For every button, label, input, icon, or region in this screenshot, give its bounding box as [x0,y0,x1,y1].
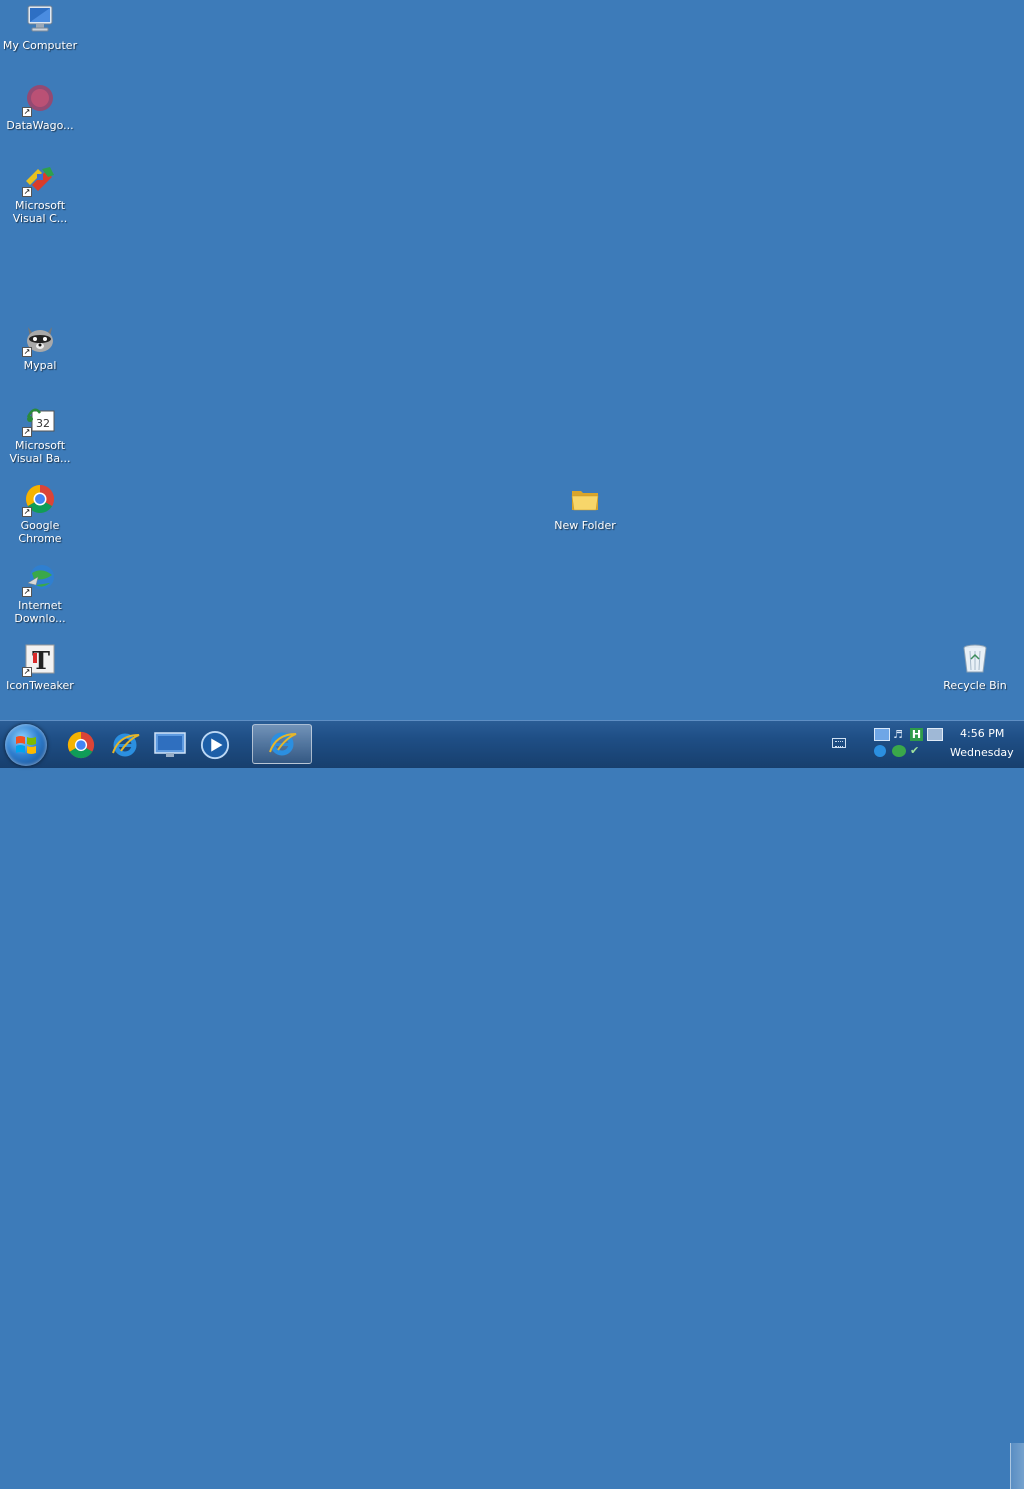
desktop-icon-visual-c[interactable]: ↗ Microsoft Visual C... [1,163,79,225]
shortcut-arrow-icon: ↗ [22,187,32,197]
desktop-icon-recycle-bin[interactable]: Recycle Bin [936,643,1014,692]
taskbar-pinned-chrome[interactable] [61,725,101,765]
svg-text:32: 32 [36,417,50,430]
shortcut-arrow-icon: ↗ [22,347,32,357]
network-icon[interactable] [874,728,890,741]
start-button[interactable] [5,724,47,766]
show-desktop-button[interactable] [1010,1443,1024,1489]
taskbar-pinned-internet-explorer[interactable] [105,725,145,765]
desktop-icon-label: DataWago... [6,119,74,132]
mypal-raccoon-icon: ↗ [22,323,56,357]
shortcut-arrow-icon: ↗ [22,427,32,437]
shortcut-arrow-icon: ↗ [22,587,32,597]
desktop-icon-new-folder[interactable]: New Folder [546,483,624,532]
taskbar: ♬ H ✔ [0,720,1024,1489]
desktop-icon-datawagon[interactable]: ↗ DataWago... [1,83,79,132]
chrome-icon: ↗ [22,483,56,517]
desktop-icon-internet-download-manager[interactable]: ↗ Internet Downlo... [1,563,79,625]
desktop-icon-my-computer[interactable]: My Computer [1,3,79,52]
notification-area: ♬ H ✔ [874,728,944,762]
datawagon-icon: ↗ [22,83,56,117]
internet-explorer-icon [112,733,140,757]
computer-icon [24,3,56,35]
shortcut-arrow-icon: ↗ [22,507,32,517]
monitor-icon [154,732,186,757]
desktop-icon-label: IconTweaker [6,679,74,692]
desktop-icon-label: Internet Downlo... [14,599,66,625]
shield-icon[interactable]: ✔ [910,745,924,757]
recycle-bin-icon [959,643,991,675]
internet-download-manager-icon: ↗ [22,563,56,597]
desktop-icon-label: New Folder [554,519,616,532]
windows-logo-icon [16,736,36,754]
internet-explorer-icon [269,732,297,756]
media-player-icon [200,730,230,760]
desktop-icon-label: Google Chrome [18,519,62,545]
taskbar-active-internet-explorer[interactable] [252,724,312,764]
desktop-icon-icontweaker[interactable]: T ↗ IconTweaker [1,643,79,692]
ie-tray-icon[interactable] [874,745,886,757]
display-icon[interactable] [927,728,943,741]
shortcut-arrow-icon: ↗ [22,667,32,677]
chrome-icon [67,731,95,759]
idm-tray-icon[interactable] [892,745,906,757]
desktop[interactable]: My Computer ↗ DataWago... ↗ Microsoft Vi… [0,0,1024,720]
desktop-icon-mypal[interactable]: ↗ Mypal [1,323,79,372]
desktop-icon-label: Recycle Bin [943,679,1007,692]
taskbar-pinned-desktop[interactable] [150,725,190,765]
desktop-icon-label: Microsoft Visual Ba... [9,439,71,465]
desktop-icon-google-chrome[interactable]: ↗ Google Chrome [1,483,79,545]
keyboard-icon[interactable] [832,738,846,748]
desktop-icon-label: Mypal [23,359,57,372]
desktop-icon-label: My Computer [2,39,78,52]
shortcut-arrow-icon: ↗ [22,107,32,117]
visual-basic-icon: 32 ↗ [22,403,56,437]
desktop-icon-visual-basic[interactable]: 32 ↗ Microsoft Visual Ba... [1,403,79,465]
folder-icon [569,483,601,515]
desktop-icon-label: Microsoft Visual C... [12,199,68,225]
volume-icon[interactable]: ♬ [893,728,907,741]
clock-time[interactable]: 4:56 PM [960,727,1004,740]
taskbar-pinned-media-player[interactable] [195,725,235,765]
icontweaker-icon: T ↗ [22,643,56,677]
visual-c-icon: ↗ [22,163,56,197]
clock-day[interactable]: Wednesday [950,746,1024,759]
hotkey-h-icon[interactable]: H [910,728,923,741]
